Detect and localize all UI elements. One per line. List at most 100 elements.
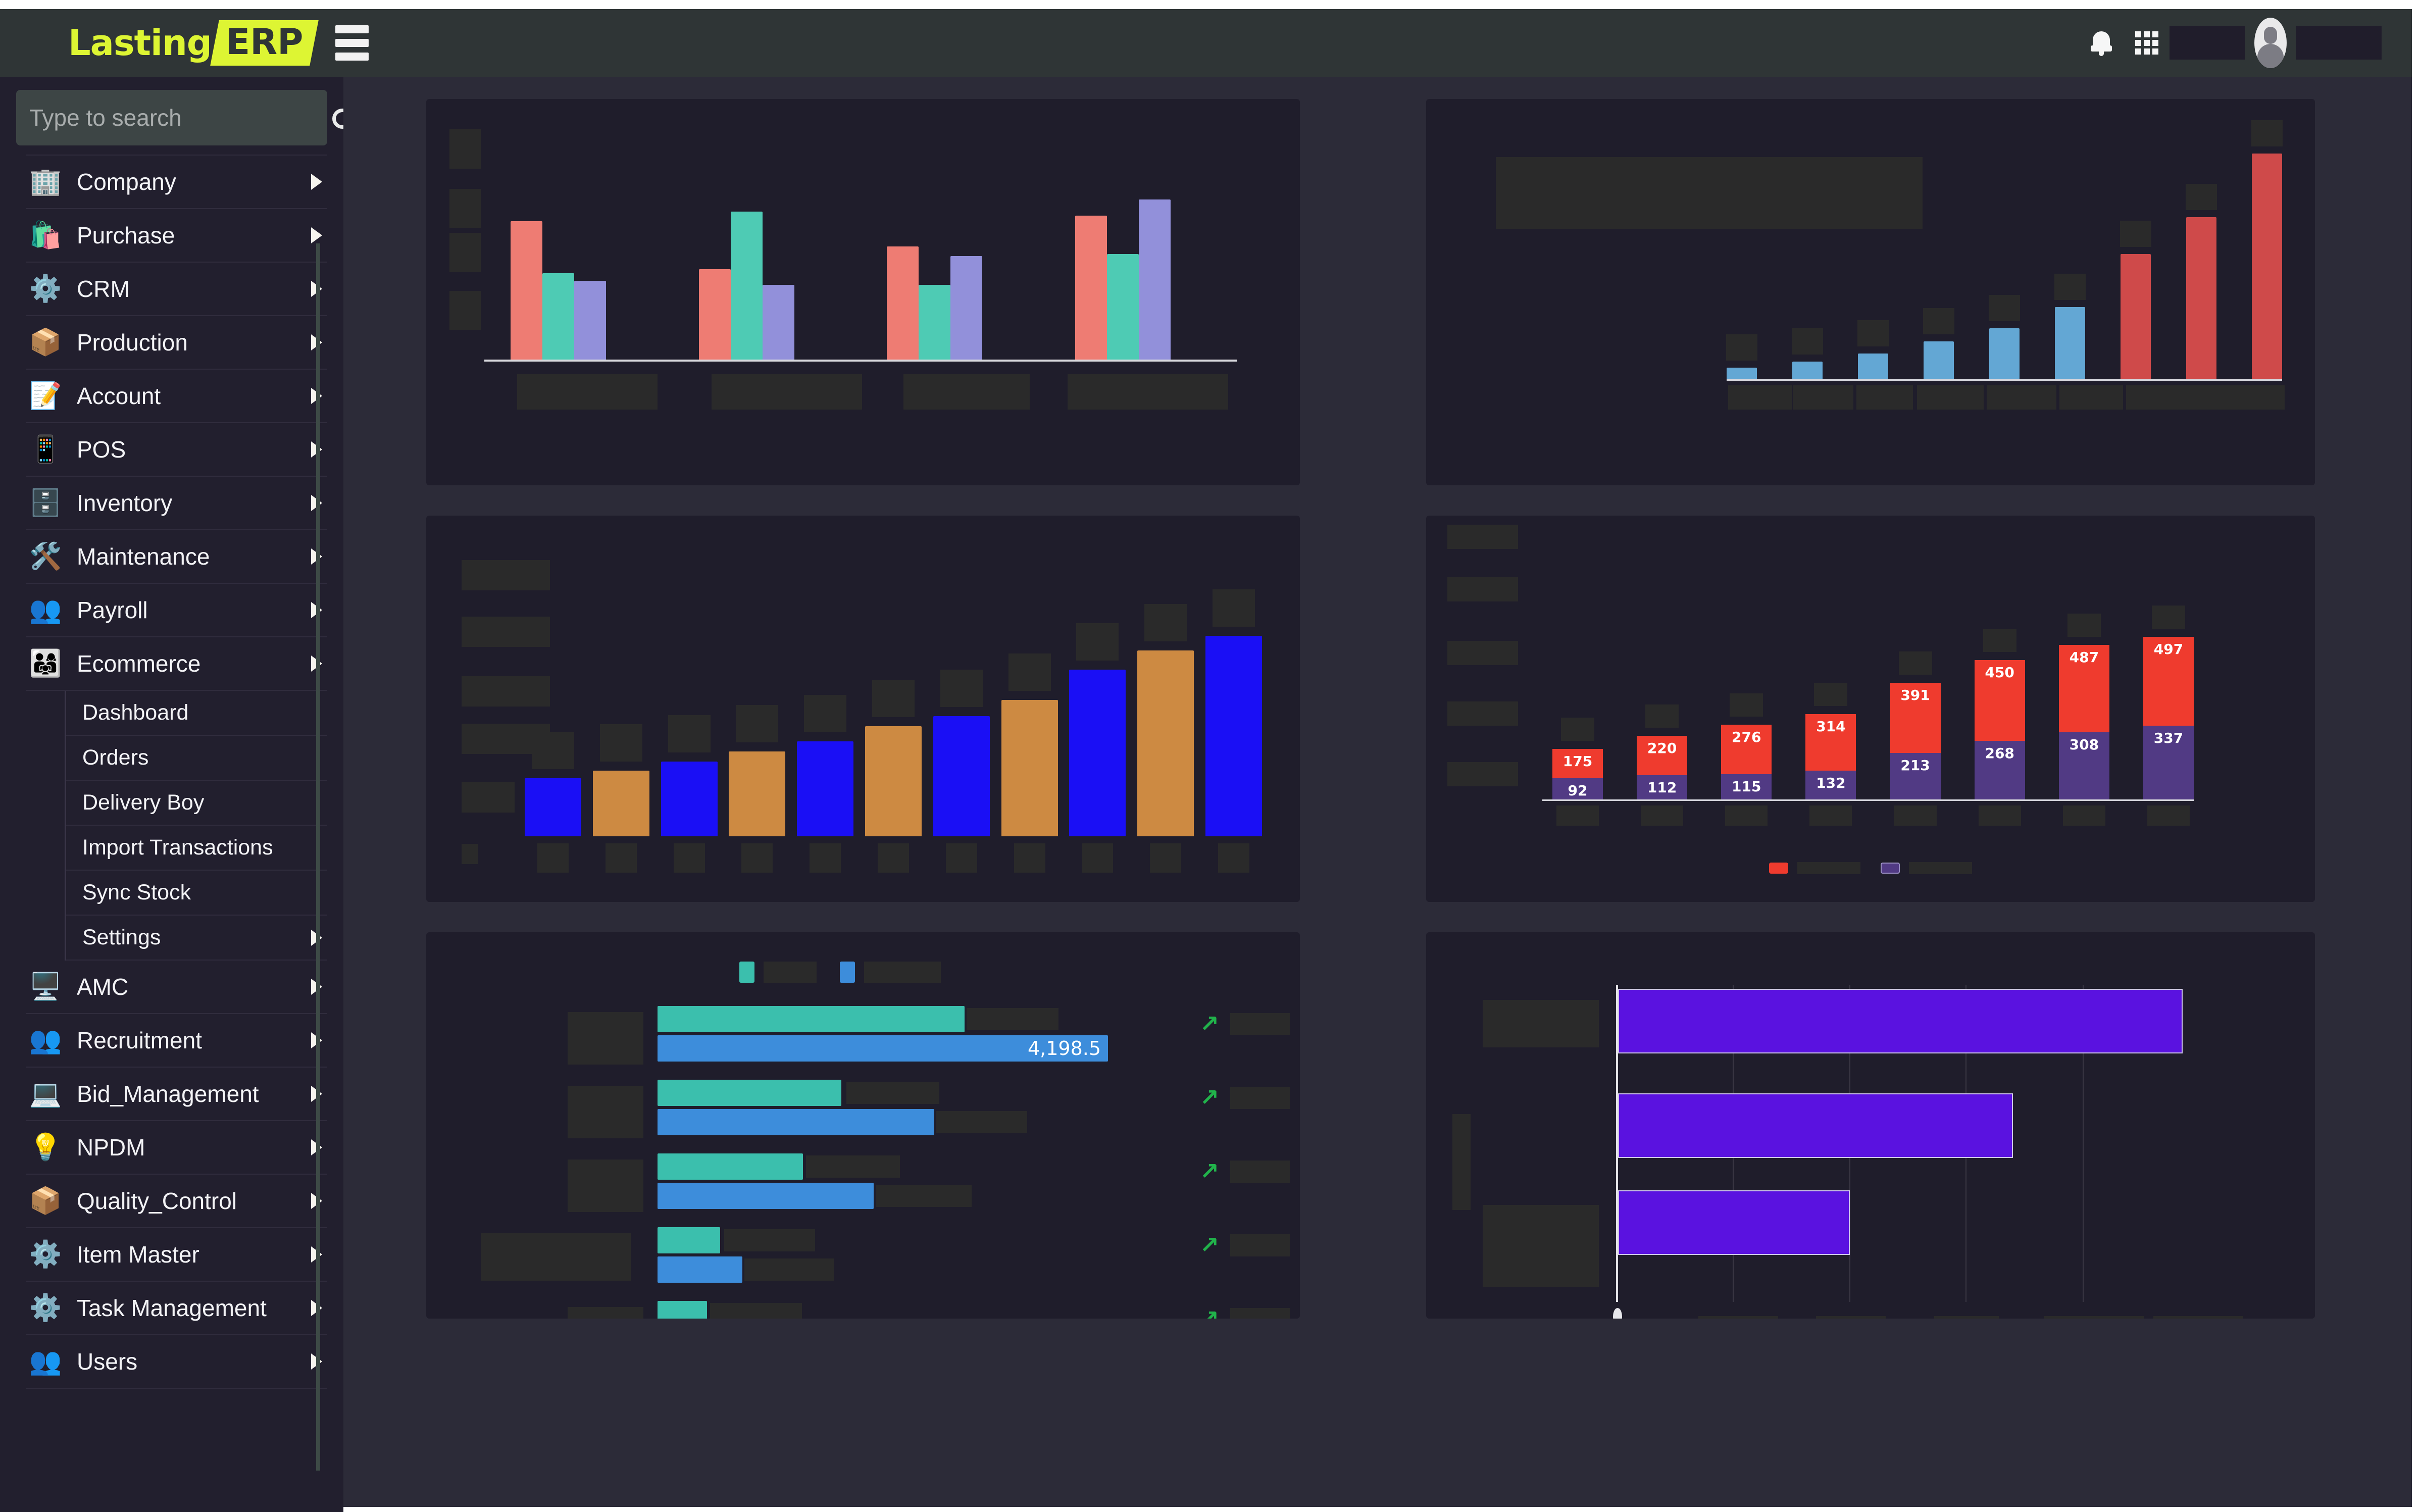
- sidebar-item-delivery-boy[interactable]: Delivery Boy: [66, 781, 327, 826]
- bar[interactable]: [1137, 604, 1194, 873]
- segment-bottom[interactable]: 112: [1637, 775, 1688, 799]
- legend-item[interactable]: [1881, 862, 1972, 874]
- bar[interactable]: [1618, 1093, 2013, 1158]
- sidebar-item-orders[interactable]: Orders: [66, 736, 327, 781]
- segment-bottom[interactable]: 115: [1721, 774, 1772, 799]
- segment-top[interactable]: 314: [1805, 714, 1856, 771]
- avatar[interactable]: [2254, 18, 2287, 68]
- sidebar-item-import-transactions[interactable]: Import Transactions: [66, 826, 327, 871]
- bar[interactable]: [2186, 184, 2217, 379]
- sidebar-item-ecommerce[interactable]: 👨‍👩‍👧 Ecommerce: [26, 637, 327, 691]
- apps-button[interactable]: [2124, 31, 2170, 55]
- sidebar-item-pos[interactable]: 📱 POS: [26, 423, 327, 477]
- bar-series-a[interactable]: [658, 1301, 707, 1319]
- sidebar-item-payroll[interactable]: 👥 Payroll: [26, 584, 327, 637]
- sidebar-scrollbar[interactable]: [316, 243, 320, 1471]
- bar[interactable]: [1857, 320, 1889, 379]
- bar-series-b[interactable]: [658, 1256, 742, 1283]
- bar[interactable]: [1989, 295, 2020, 379]
- bar-series-a[interactable]: [658, 1153, 803, 1180]
- sidebar-item-dashboard[interactable]: Dashboard: [66, 691, 327, 736]
- sidebar-item-company[interactable]: 🏢 Company: [26, 156, 327, 209]
- search-box[interactable]: [16, 90, 343, 145]
- bar[interactable]: [2251, 120, 2283, 379]
- app-logo[interactable]: Lasting ERP: [68, 20, 319, 66]
- stacked-bar[interactable]: 276 115: [1721, 693, 1772, 826]
- sidebar-item-recruitment[interactable]: 👥 Recruitment: [26, 1014, 327, 1068]
- sidebar-item-npdm[interactable]: 💡 NPDM: [26, 1121, 327, 1175]
- segment-top[interactable]: 220: [1637, 736, 1688, 775]
- bar[interactable]: [797, 695, 854, 873]
- legend-item[interactable]: [739, 962, 817, 983]
- sidebar-item-account[interactable]: 📝 Account: [26, 370, 327, 423]
- stacked-bar[interactable]: 314 132: [1805, 683, 1856, 826]
- sidebar-item-item-master[interactable]: ⚙️ Item Master: [26, 1228, 327, 1282]
- sidebar-item-amc[interactable]: 🖥️ AMC: [26, 961, 327, 1014]
- sidebar-item-bid-management[interactable]: 💻 Bid_Management: [26, 1068, 327, 1121]
- stacked-bar[interactable]: 220 112: [1637, 704, 1688, 826]
- bar[interactable]: [1001, 653, 1058, 873]
- stacked-bar[interactable]: 391 213: [1890, 651, 1941, 826]
- segment-bottom[interactable]: 92: [1552, 778, 1603, 799]
- stacked-bar[interactable]: 175 92: [1552, 718, 1603, 826]
- bar[interactable]: [2054, 274, 2086, 379]
- bar[interactable]: [542, 273, 574, 360]
- segment-bottom[interactable]: 213: [1890, 753, 1941, 799]
- bar[interactable]: [887, 246, 919, 360]
- sidebar-item-maintenance[interactable]: 🛠️ Maintenance: [26, 530, 327, 584]
- bar[interactable]: [574, 281, 606, 360]
- bar[interactable]: [1792, 328, 1823, 379]
- legend-item[interactable]: [1769, 862, 1860, 874]
- sidebar-item-users[interactable]: 👥 Users: [26, 1335, 327, 1389]
- bar[interactable]: [511, 221, 542, 360]
- bar[interactable]: [1106, 254, 1139, 360]
- bar[interactable]: [1075, 216, 1107, 360]
- stacked-bar[interactable]: 497 337: [2143, 606, 2194, 826]
- sidebar-item-task-management[interactable]: ⚙️ Task Management: [26, 1282, 327, 1335]
- bar[interactable]: [865, 680, 922, 873]
- chevron-right-icon[interactable]: [311, 174, 322, 190]
- stacked-bar[interactable]: 487 308: [2058, 614, 2109, 826]
- bar[interactable]: [729, 705, 786, 873]
- segment-top[interactable]: 276: [1721, 725, 1772, 774]
- segment-top[interactable]: 497: [2143, 637, 2194, 726]
- bar[interactable]: [698, 269, 731, 360]
- bar[interactable]: [730, 212, 763, 360]
- bar[interactable]: [933, 670, 990, 873]
- bar-series-b[interactable]: 4,198.5: [658, 1035, 1108, 1062]
- bar-series-b[interactable]: [658, 1109, 934, 1135]
- sidebar-item-purchase[interactable]: 🛍️ Purchase: [26, 209, 327, 263]
- segment-bottom[interactable]: 132: [1805, 771, 1856, 799]
- segment-bottom[interactable]: 337: [2143, 726, 2194, 799]
- bar[interactable]: [2120, 221, 2151, 379]
- bar[interactable]: [919, 285, 950, 360]
- chevron-right-icon[interactable]: [311, 227, 322, 243]
- bar-series-b[interactable]: [658, 1183, 874, 1209]
- stacked-bar[interactable]: 450 268: [1974, 629, 2025, 826]
- bar[interactable]: [1069, 623, 1126, 873]
- notifications-button[interactable]: [2079, 30, 2124, 56]
- search-icon[interactable]: [331, 108, 343, 129]
- legend-item[interactable]: [840, 962, 941, 983]
- bar[interactable]: [1205, 589, 1262, 873]
- segment-top[interactable]: 391: [1890, 683, 1941, 753]
- sidebar-item-inventory[interactable]: 🗄️ Inventory: [26, 477, 327, 530]
- search-input[interactable]: [29, 104, 331, 131]
- sidebar-item-settings[interactable]: Settings: [66, 916, 327, 961]
- hamburger-icon[interactable]: [335, 25, 369, 61]
- sidebar-item-sync-stock[interactable]: Sync Stock: [66, 871, 327, 916]
- bar[interactable]: [1138, 199, 1171, 360]
- segment-top[interactable]: 450: [1974, 660, 2025, 741]
- bar[interactable]: [1923, 308, 1954, 379]
- segment-top[interactable]: 487: [2058, 645, 2109, 732]
- sidebar-item-quality-control[interactable]: 📦 Quality_Control: [26, 1175, 327, 1228]
- bar[interactable]: [1618, 1190, 1850, 1255]
- sidebar-item-production[interactable]: 📦 Production: [26, 316, 327, 370]
- segment-bottom[interactable]: 268: [1974, 741, 2025, 799]
- bar[interactable]: [592, 724, 649, 873]
- sidebar-item-crm[interactable]: ⚙️ CRM: [26, 263, 327, 316]
- bar[interactable]: [661, 715, 718, 873]
- bar[interactable]: [950, 256, 982, 360]
- bar[interactable]: [1618, 989, 2183, 1053]
- bar-series-a[interactable]: [658, 1006, 965, 1032]
